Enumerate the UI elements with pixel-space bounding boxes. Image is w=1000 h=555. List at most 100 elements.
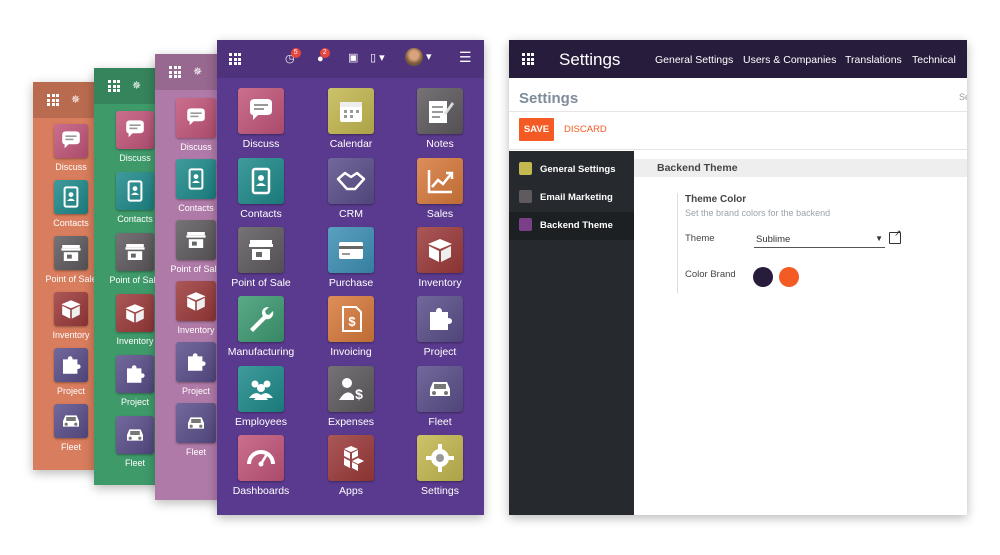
app-tile-invoicing[interactable]: $ Invoicing: [327, 296, 375, 358]
settings-sidebar: General Settings Email Marketing Backend…: [509, 151, 634, 515]
sidebar-item-email-marketing[interactable]: Email Marketing: [519, 190, 613, 204]
box-icon: [417, 227, 463, 273]
sidebar-item-label: Backend Theme: [540, 220, 613, 232]
sidebar-item-general-settings[interactable]: General Settings: [519, 162, 616, 176]
user-avatar[interactable]: ▾: [405, 48, 432, 66]
box-icon: [116, 294, 154, 332]
store-icon: [116, 233, 154, 271]
gauge-icon: [238, 435, 284, 481]
car-icon: [54, 404, 88, 438]
app-tile-project[interactable]: Project: [416, 296, 464, 358]
app-tile-fleet[interactable]: Fleet: [416, 366, 464, 428]
activity-badge: 5: [290, 48, 301, 58]
apps-grid-icon: [47, 94, 59, 106]
divider: [509, 149, 967, 150]
box-icon: [54, 292, 88, 326]
app-tile-sales[interactable]: Sales: [416, 158, 464, 220]
app-tile-contacts[interactable]: Contacts: [42, 180, 100, 228]
app-tile-point-of-sale[interactable]: Point of Sale: [231, 227, 291, 289]
app-label: Inventory: [52, 330, 90, 340]
search-hint[interactable]: Se: [959, 92, 967, 102]
theme-label: Theme: [685, 233, 715, 244]
trend-chart-icon: [417, 158, 463, 204]
svg-text:$: $: [355, 386, 363, 402]
messages-icon[interactable]: ● 2: [317, 48, 330, 66]
calendar-icon: [328, 88, 374, 134]
paper-plane-icon: [519, 190, 532, 203]
color-brand-label: Color Brand: [685, 269, 736, 280]
app-label: Contacts: [53, 218, 89, 228]
app-tile-project[interactable]: Project: [42, 348, 100, 396]
sidebar-item-backend-theme[interactable]: Backend Theme: [519, 218, 613, 232]
apps-grid-icon[interactable]: [229, 53, 241, 65]
box-icon: [176, 281, 216, 321]
app-tile-manufacturing[interactable]: Manufacturing: [228, 296, 294, 358]
messages-badge: 2: [319, 48, 330, 58]
store-icon: [54, 236, 88, 270]
save-button[interactable]: SAVE: [519, 118, 554, 141]
svg-text:$: $: [348, 314, 356, 329]
app-tile-inventory[interactable]: Inventory: [42, 292, 100, 340]
company-switcher-icon[interactable]: ▯ ▾: [370, 51, 385, 65]
app-tile-inventory[interactable]: Inventory: [416, 227, 464, 289]
bug-icon: ✵: [193, 66, 203, 78]
bug-icon: ✵: [132, 80, 142, 92]
apps-grid-icon: [169, 66, 181, 78]
app-tile-fleet[interactable]: Fleet: [42, 404, 100, 452]
discard-button[interactable]: DISCARD: [564, 124, 607, 135]
app-tile-expenses[interactable]: $ Expenses: [327, 366, 375, 428]
app-label: Project: [423, 346, 457, 358]
app-label: Sales: [426, 208, 454, 220]
address-book-icon: [54, 180, 88, 214]
section-header: Backend Theme: [634, 159, 967, 177]
app-switcher-panel: ◷ 5 ● 2 ▣ ▯ ▾ ▾ ☰ Discuss Calendar Notes Cont…: [217, 40, 484, 515]
navbar-title: Settings: [559, 50, 621, 69]
chat-bubble-icon: [238, 88, 284, 134]
app-tile-dashboards[interactable]: Dashboards: [233, 435, 289, 497]
app-tile-discuss[interactable]: Discuss: [237, 88, 285, 150]
hamburger-menu-icon[interactable]: ☰: [459, 50, 472, 64]
puzzle-icon: [417, 296, 463, 342]
app-label: Discuss: [55, 162, 87, 172]
chat-bubble-icon: [54, 124, 88, 158]
brand-color-swatch-secondary[interactable]: [779, 267, 799, 287]
app-tile-point-of-sale[interactable]: Point of Sale: [42, 236, 100, 284]
nav-general-settings[interactable]: General Settings: [655, 54, 733, 66]
app-label: Point of Sale: [45, 274, 97, 284]
theme-color-title: Theme Color: [685, 194, 747, 205]
app-tile-settings[interactable]: Settings: [416, 435, 464, 497]
app-label: Inventory: [418, 277, 462, 289]
app-label: Settings: [421, 485, 459, 497]
app-tile-crm[interactable]: CRM: [327, 158, 375, 220]
chat-bubble-icon: [176, 98, 216, 138]
gear-icon: [519, 162, 532, 175]
app-tile-notes[interactable]: Notes: [416, 88, 464, 150]
store-icon: [176, 220, 216, 260]
theme-select-value: Sublime: [756, 234, 791, 245]
app-tile-purchase[interactable]: Purchase: [327, 227, 375, 289]
main-topbar: ◷ 5 ● 2 ▣ ▯ ▾ ▾ ☰: [217, 40, 484, 78]
gift-icon[interactable]: ▣: [348, 51, 358, 65]
credit-card-icon: [328, 227, 374, 273]
app-tile-discuss[interactable]: Discuss: [42, 124, 100, 172]
brand-color-swatch-primary[interactable]: [753, 267, 773, 287]
wrench-icon: [238, 296, 284, 342]
theme-select[interactable]: Sublime ▼: [754, 231, 885, 248]
nav-technical[interactable]: Technical: [912, 54, 956, 66]
nav-users-companies[interactable]: Users & Companies: [743, 54, 836, 66]
activity-clock-icon[interactable]: ◷ 5: [285, 48, 301, 66]
theme-color-description: Set the brand colors for the backend: [685, 208, 831, 218]
app-tile-employees[interactable]: Employees: [235, 366, 287, 428]
app-tile-calendar[interactable]: Calendar: [327, 88, 375, 150]
external-link-icon[interactable]: ↗: [889, 228, 902, 244]
apps-grid-icon[interactable]: [522, 53, 534, 65]
divider: [509, 111, 967, 112]
sidebar-item-label: General Settings: [540, 164, 616, 176]
chat-bubble-icon: [116, 111, 154, 149]
app-tile-apps[interactable]: Apps: [327, 435, 375, 497]
app-tile-contacts[interactable]: Contacts: [237, 158, 285, 220]
car-icon: [417, 366, 463, 412]
puzzle-icon: [176, 342, 216, 382]
nav-translations[interactable]: Translations: [845, 54, 902, 66]
app-label: Notes: [426, 138, 454, 150]
